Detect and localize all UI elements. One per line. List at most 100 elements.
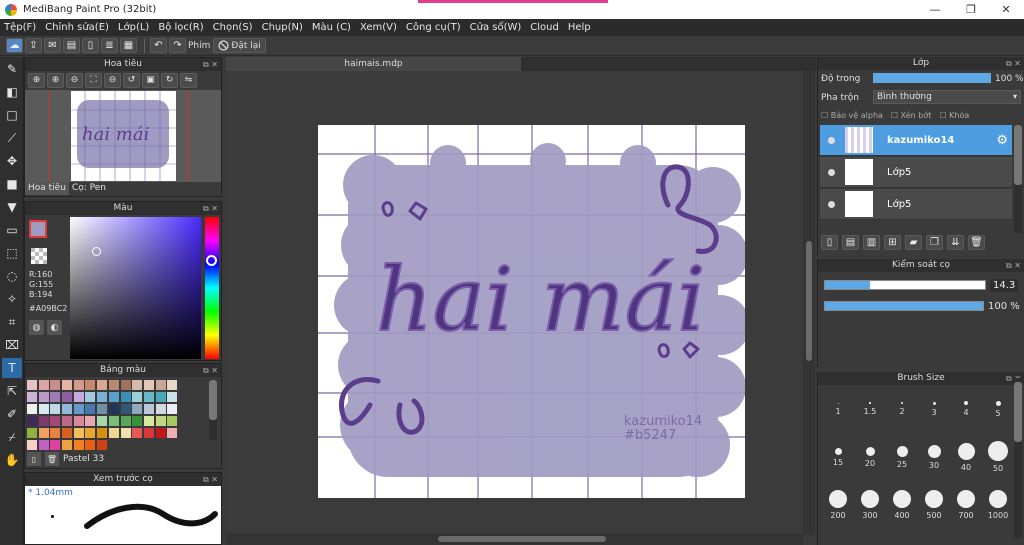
brush-size-option[interactable]: 30 [918,436,950,478]
brush-size-option[interactable]: 4 [950,388,982,430]
palette-swatch[interactable] [108,428,119,438]
palette-swatch[interactable] [155,416,166,426]
palette-icon[interactable]: ◍ [29,320,44,335]
comment-icon[interactable]: ✉ [44,38,61,53]
palette-swatch[interactable] [132,428,143,438]
fit-screen-icon[interactable]: ⛶ [85,72,102,88]
palette-swatch[interactable] [62,404,73,414]
new-layer-8bit-icon[interactable]: ▤ [842,235,859,250]
panel-controls-icon[interactable]: ⧉ ✕ [203,58,218,71]
palette-swatch[interactable] [50,392,61,402]
panel-controls-icon[interactable]: ⧉ ✕ [1006,259,1021,272]
palette-swatch[interactable] [167,416,178,426]
canvas-horizontal-scrollbar[interactable] [226,533,803,545]
brush-size-option[interactable]: 300 [854,484,886,526]
palette-swatch[interactable] [85,380,96,390]
hand-tool-icon[interactable]: ✋ [2,450,22,470]
page-icon[interactable]: ▯ [82,38,99,53]
palette-swatch[interactable] [50,428,61,438]
bucket-tool-icon[interactable]: ▼ [2,197,22,217]
tab-brush-pen[interactable]: Cọ: Pen [69,182,109,195]
palette-swatch[interactable] [97,404,108,414]
palette-swatch[interactable] [97,440,108,450]
canvas-viewport[interactable]: hai mái kazumiko14 #b5247 [226,71,816,545]
menu-view[interactable]: Xem(V) [360,22,397,33]
layer-scroll-thumb[interactable] [1014,125,1022,185]
document-tab[interactable]: haimais.mdp [226,57,521,71]
brush-size-option[interactable]: 2 [886,388,918,430]
palette-swatch[interactable] [167,428,178,438]
brush-size-option[interactable]: 25 [886,436,918,478]
palette-swatch[interactable] [27,380,37,390]
palette-swatch[interactable] [62,416,73,426]
palette-swatch[interactable] [108,416,119,426]
blend-mode-select[interactable]: Bình thường ▾ [873,90,1021,104]
palette-swatch[interactable] [120,392,131,402]
palette-swatch[interactable] [167,392,178,402]
palette-swatch[interactable] [97,380,108,390]
palette-swatch[interactable] [73,392,84,402]
foreground-color-swatch[interactable] [29,220,47,238]
palette-swatch[interactable] [38,440,49,450]
undo-icon[interactable]: ↶ [150,38,167,53]
palette-swatch[interactable] [108,380,119,390]
color-add-icon[interactable]: ◐ [47,320,62,335]
palette-swatch[interactable] [27,440,37,450]
menu-edit[interactable]: Chỉnh sửa(E) [45,22,109,33]
clipping-checkbox[interactable]: ☐ Xén bớt [891,111,931,120]
maximize-button[interactable]: ❐ [953,0,989,19]
panel-controls-icon[interactable]: ⧉ ✕ [203,364,218,377]
artwork-canvas[interactable]: hai mái kazumiko14 #b5247 [318,125,745,498]
palette-swatch[interactable] [73,380,84,390]
palette-swatch[interactable] [38,416,49,426]
palette-swatch[interactable] [38,380,49,390]
layer-row[interactable]: kazumiko14 ⚙ [820,125,1012,156]
menu-cloud[interactable]: Cloud [530,22,559,33]
zoom-out-alt-icon[interactable]: ⊖ [104,72,121,88]
brush-size-scroll-thumb[interactable] [1014,382,1022,442]
zoom-out-icon[interactable]: ⊖ [66,72,83,88]
brush-size-scrollbar[interactable] [1014,378,1022,538]
text-tool-icon[interactable]: T [2,358,22,378]
brush-size-option[interactable]: 50 [982,436,1014,478]
brush-size-option[interactable]: 1 [822,388,854,430]
palette-swatch[interactable] [62,392,73,402]
palette-swatch[interactable] [143,404,154,414]
palette-swatch[interactable] [143,416,154,426]
palette-swatch[interactable] [132,392,143,402]
layer-row[interactable]: Lớp5 [820,157,1012,188]
brush-size-option[interactable]: 40 [950,436,982,478]
eraser-tool-icon[interactable]: ◧ [2,82,22,102]
brush-opacity-slider[interactable] [824,301,984,311]
brush-size-slider[interactable] [824,280,986,290]
lasso-tool-icon[interactable]: ◌ [2,266,22,286]
saturation-value-picker[interactable] [70,217,201,359]
palette-swatch[interactable] [155,404,166,414]
layer-opacity-slider[interactable] [873,73,991,83]
brush-size-option[interactable]: 1000 [982,484,1014,526]
protect-alpha-checkbox[interactable]: ☐ Bảo vệ alpha [821,111,883,120]
zoom-in-alt-icon[interactable]: ⊕ [47,72,64,88]
layer-row[interactable]: Lớp5 [820,189,1012,220]
close-button[interactable]: ✕ [988,0,1024,19]
folder-icon[interactable]: ▰ [905,235,922,250]
new-layer-1bit-icon[interactable]: ▥ [863,235,880,250]
palette-swatch[interactable] [62,428,73,438]
palette-swatch[interactable] [85,440,96,450]
brush-size-option[interactable]: 15 [822,436,854,478]
gear-icon[interactable]: ⚙ [996,133,1008,148]
palette-swatch[interactable] [132,404,143,414]
palette-swatch[interactable] [132,380,143,390]
palette-swatch[interactable] [97,416,108,426]
reset-button[interactable]: Đặt lại [213,38,266,53]
palette-scrollbar[interactable] [209,380,217,440]
palette-swatch[interactable] [50,404,61,414]
page-list-icon[interactable]: ≣ [101,38,118,53]
palette-swatch[interactable] [50,380,61,390]
horizontal-scroll-thumb[interactable] [438,536,606,542]
visibility-icon[interactable] [828,136,835,144]
brush-size-option[interactable]: 5 [982,388,1014,430]
palette-swatch[interactable] [120,428,131,438]
palette-swatch[interactable] [155,380,166,390]
brush-size-option[interactable]: 1.5 [854,388,886,430]
